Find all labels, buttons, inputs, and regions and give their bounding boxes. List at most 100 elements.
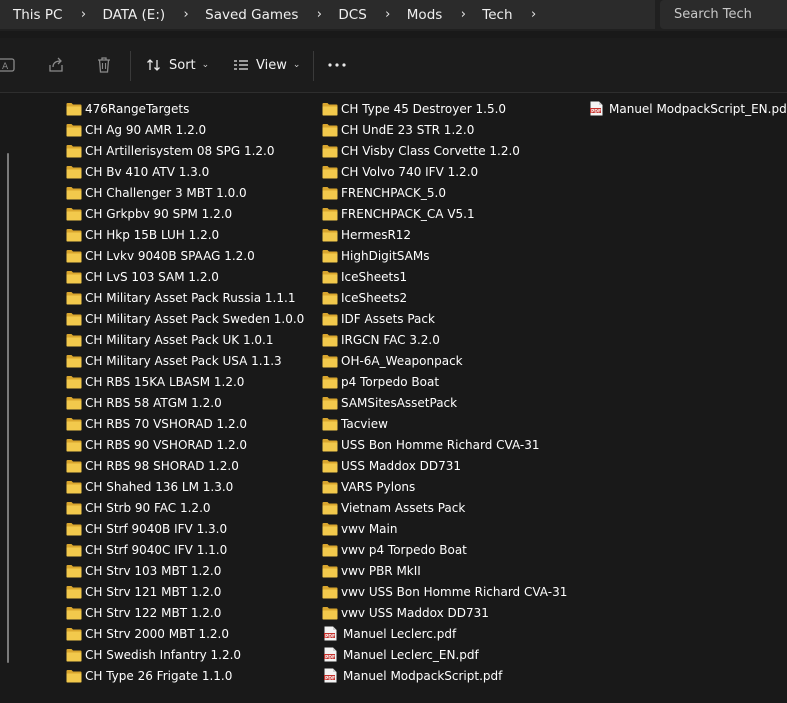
chevron-down-icon: ⌄	[292, 60, 301, 70]
folder-item[interactable]: CH Type 45 Destroyer 1.5.0	[322, 98, 567, 119]
file-item-pdf[interactable]: PDF Manuel Leclerc_EN.pdf	[322, 644, 567, 665]
folder-item[interactable]: IceSheets2	[322, 287, 567, 308]
search-box[interactable]: Search Tech	[660, 0, 787, 29]
breadcrumb-item[interactable]: Saved Games	[205, 7, 298, 23]
folder-item[interactable]: CH Military Asset Pack USA 1.1.3	[66, 350, 304, 371]
item-label: CH Volvo 740 IFV 1.2.0	[341, 164, 479, 179]
item-label: Manuel ModpackScript.pdf	[343, 668, 503, 683]
folder-item[interactable]: CH Strf 9040C IFV 1.1.0	[66, 539, 304, 560]
folder-item[interactable]: CH LvS 103 SAM 1.2.0	[66, 266, 304, 287]
folder-item[interactable]: CH Volvo 740 IFV 1.2.0	[322, 161, 567, 182]
folder-item[interactable]: CH RBS 58 ATGM 1.2.0	[66, 392, 304, 413]
item-label: IDF Assets Pack	[341, 311, 435, 326]
chevron-right-icon[interactable]: ›	[76, 7, 90, 22]
file-item-pdf[interactable]: PDF Manuel ModpackScript_EN.pdf	[588, 98, 787, 119]
share-icon[interactable]	[47, 56, 65, 74]
folder-icon	[322, 354, 338, 368]
pdf-file-icon: PDF	[322, 626, 338, 641]
search-input[interactable]: Search Tech	[674, 7, 752, 22]
more-options-icon[interactable]	[327, 59, 347, 71]
folder-item[interactable]: CH RBS 90 VSHORAD 1.2.0	[66, 434, 304, 455]
folder-item[interactable]: USS Maddox DD731	[322, 455, 567, 476]
folder-item[interactable]: CH Strv 2000 MBT 1.2.0	[66, 623, 304, 644]
sort-icon	[147, 59, 160, 71]
file-list-column-3: PDF Manuel ModpackScript_EN.pdf	[588, 98, 787, 119]
folder-item[interactable]: CH Grkpbv 90 SPM 1.2.0	[66, 203, 304, 224]
folder-item[interactable]: vwv Main	[322, 518, 567, 539]
item-label: CH RBS 15KA LBASM 1.2.0	[85, 374, 245, 389]
folder-item[interactable]: CH Strv 103 MBT 1.2.0	[66, 560, 304, 581]
folder-item[interactable]: CH Challenger 3 MBT 1.0.0	[66, 182, 304, 203]
folder-item[interactable]: FRENCHPACK_CA V5.1	[322, 203, 567, 224]
folder-item[interactable]: FRENCHPACK_5.0	[322, 182, 567, 203]
folder-item[interactable]: 476RangeTargets	[66, 98, 304, 119]
folder-item[interactable]: vwv USS Bon Homme Richard CVA-31	[322, 581, 567, 602]
folder-item[interactable]: CH Military Asset Pack UK 1.0.1	[66, 329, 304, 350]
folder-item[interactable]: OH-6A_Weaponpack	[322, 350, 567, 371]
folder-item[interactable]: CH Swedish Infantry 1.2.0	[66, 644, 304, 665]
folder-icon	[66, 354, 82, 368]
chevron-right-icon[interactable]: ›	[312, 7, 326, 22]
folder-item[interactable]: CH RBS 15KA LBASM 1.2.0	[66, 371, 304, 392]
folder-item[interactable]: CH Artillerisystem 08 SPG 1.2.0	[66, 140, 304, 161]
file-item-pdf[interactable]: PDF Manuel Leclerc.pdf	[322, 623, 567, 644]
folder-icon	[322, 438, 338, 452]
folder-item[interactable]: vwv PBR MkII	[322, 560, 567, 581]
folder-item[interactable]: CH RBS 98 SHORAD 1.2.0	[66, 455, 304, 476]
breadcrumb-item[interactable]: DCS	[338, 7, 366, 23]
delete-icon[interactable]	[95, 56, 113, 74]
chevron-right-icon[interactable]: ›	[179, 7, 193, 22]
breadcrumb-item[interactable]: Mods	[407, 7, 443, 23]
folder-item[interactable]: vwv p4 Torpedo Boat	[322, 539, 567, 560]
folder-icon	[322, 417, 338, 431]
folder-item[interactable]: CH Type 26 Frigate 1.1.0	[66, 665, 304, 686]
folder-item[interactable]: IceSheets1	[322, 266, 567, 287]
chevron-right-icon[interactable]: ›	[527, 7, 541, 22]
breadcrumb[interactable]: This PC › DATA (E:) › Saved Games › DCS › Mods › T…	[0, 0, 655, 29]
folder-item[interactable]: CH Military Asset Pack Russia 1.1.1	[66, 287, 304, 308]
folder-item[interactable]: VARS Pylons	[322, 476, 567, 497]
folder-item[interactable]: HighDigitSAMs	[322, 245, 567, 266]
folder-item[interactable]: USS Bon Homme Richard CVA-31	[322, 434, 567, 455]
folder-item[interactable]: IRGCN FAC 3.2.0	[322, 329, 567, 350]
folder-item[interactable]: HermesR12	[322, 224, 567, 245]
folder-item[interactable]: CH Visby Class Corvette 1.2.0	[322, 140, 567, 161]
folder-item[interactable]: IDF Assets Pack	[322, 308, 567, 329]
pdf-file-icon: PDF	[322, 668, 338, 683]
folder-item[interactable]: CH Ag 90 AMR 1.2.0	[66, 119, 304, 140]
folder-item[interactable]: CH Shahed 136 LM 1.3.0	[66, 476, 304, 497]
folder-item[interactable]: p4 Torpedo Boat	[322, 371, 567, 392]
folder-icon	[322, 291, 338, 305]
folder-item[interactable]: CH Strv 121 MBT 1.2.0	[66, 581, 304, 602]
folder-item[interactable]: Vietnam Assets Pack	[322, 497, 567, 518]
folder-item[interactable]: vwv USS Maddox DD731	[322, 602, 567, 623]
breadcrumb-item[interactable]: This PC	[13, 7, 62, 23]
folder-icon	[322, 228, 338, 242]
folder-item[interactable]: CH RBS 70 VSHORAD 1.2.0	[66, 413, 304, 434]
rename-icon[interactable]: A	[0, 56, 18, 74]
folder-item[interactable]: CH Hkp 15B LUH 1.2.0	[66, 224, 304, 245]
sort-button[interactable]: Sort ⌄	[146, 52, 209, 78]
folder-item[interactable]: CH UndE 23 STR 1.2.0	[322, 119, 567, 140]
folder-item[interactable]: CH Bv 410 ATV 1.3.0	[66, 161, 304, 182]
file-item-pdf[interactable]: PDF Manuel ModpackScript.pdf	[322, 665, 567, 686]
view-icon	[234, 60, 248, 70]
folder-item[interactable]: CH Strv 122 MBT 1.2.0	[66, 602, 304, 623]
folder-icon	[66, 627, 82, 641]
folder-item[interactable]: Tacview	[322, 413, 567, 434]
chevron-right-icon[interactable]: ›	[456, 7, 470, 22]
item-label: CH Strv 103 MBT 1.2.0	[85, 563, 222, 578]
folder-item[interactable]: CH Military Asset Pack Sweden 1.0.0	[66, 308, 304, 329]
folder-item[interactable]: CH Strb 90 FAC 1.2.0	[66, 497, 304, 518]
item-label: USS Bon Homme Richard CVA-31	[341, 437, 540, 452]
folder-item[interactable]: CH Lvkv 9040B SPAAG 1.2.0	[66, 245, 304, 266]
folder-item[interactable]: SAMSitesAssetPack	[322, 392, 567, 413]
folder-icon	[322, 396, 338, 410]
chevron-right-icon[interactable]: ›	[381, 7, 395, 22]
folder-item[interactable]: CH Strf 9040B IFV 1.3.0	[66, 518, 304, 539]
breadcrumb-item[interactable]: Tech	[482, 7, 512, 23]
view-button[interactable]: View ⌄	[233, 52, 300, 78]
nav-scrollbar[interactable]	[7, 153, 9, 663]
folder-icon	[66, 648, 82, 662]
breadcrumb-item[interactable]: DATA (E:)	[102, 7, 165, 23]
